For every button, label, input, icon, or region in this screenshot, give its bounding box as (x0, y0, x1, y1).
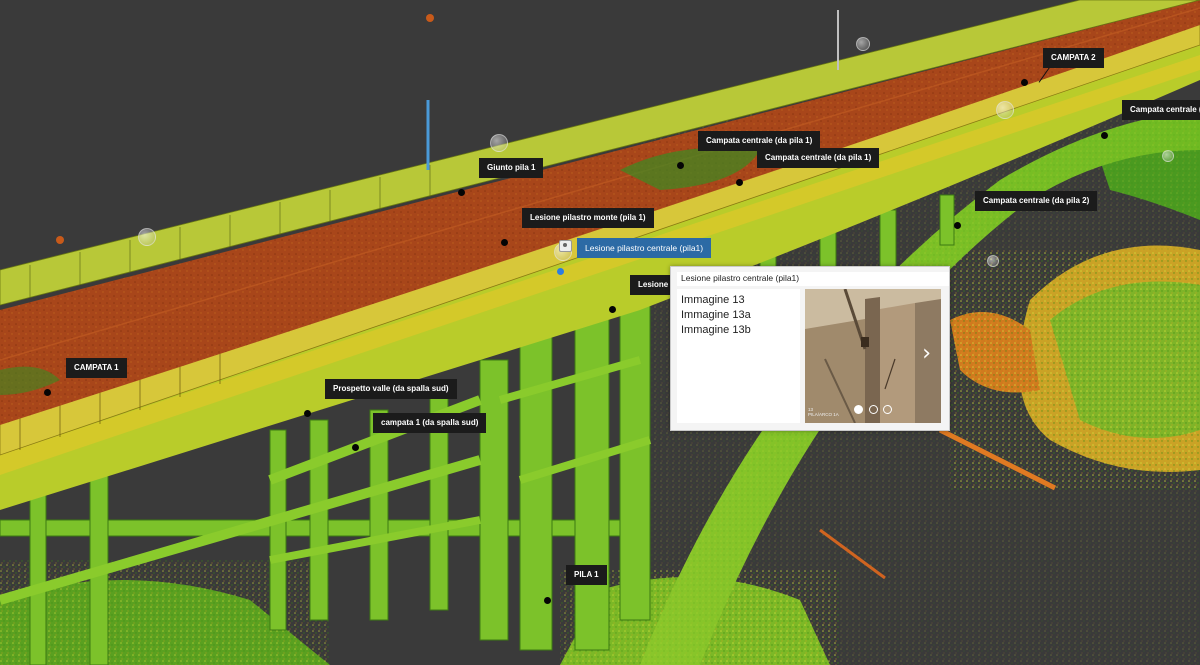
marker-label-campata-centrale-pila2[interactable]: Campata centrale (da pila 2) (975, 191, 1098, 211)
marker-label-campata-1-spalla[interactable]: campata 1 (da spalla sud) (373, 413, 487, 433)
popup-title: Lesione pilastro centrale (pila1) (677, 272, 949, 286)
photo-caption: 13 PILA/ARCO 1A (808, 407, 839, 417)
marker-label-lesione-centrale[interactable]: Lesione pilastro centrale (pila1) (577, 238, 712, 258)
panorama-bubble-icon[interactable] (996, 101, 1014, 119)
chevron-right-icon[interactable]: › (922, 341, 931, 366)
marker-dot-prospetto-valle[interactable] (304, 410, 311, 417)
marker-dot-campata-1[interactable] (44, 389, 51, 396)
popup-image-link[interactable]: Immagine 13a (677, 308, 800, 323)
marker-label-campata-centrale-pila1-b[interactable]: Campata centrale (da pila 1) (757, 148, 880, 168)
marker-label-campata-1[interactable]: CAMPATA 1 (66, 358, 127, 378)
camera-icon[interactable] (559, 240, 572, 252)
marker-dot-campata-1-spalla[interactable] (352, 444, 359, 451)
marker-dot-campata-centrale-pila1-a[interactable] (677, 162, 684, 169)
photo-thumbnail (805, 289, 941, 423)
marker-dot-giunto-pila1[interactable] (458, 189, 465, 196)
popup-photo[interactable]: 13 PILA/ARCO 1A › (805, 289, 941, 423)
annotation-popup[interactable]: Lesione pilastro centrale (pila1) Immagi… (670, 266, 950, 431)
marker-dot-campata-centrale-pila1-b[interactable] (736, 179, 743, 186)
marker-dot-pila-1[interactable] (544, 597, 551, 604)
carousel-dot[interactable] (883, 405, 892, 414)
panorama-bubble-icon[interactable] (1162, 150, 1174, 162)
carousel-dot[interactable] (854, 405, 863, 414)
marker-dot-lesione-monte[interactable] (501, 239, 508, 246)
panorama-bubble-icon[interactable] (987, 255, 999, 267)
panorama-bubble-icon[interactable] (490, 134, 508, 152)
popup-image-link[interactable]: Immagine 13 (677, 293, 800, 308)
marker-label-prospetto-valle[interactable]: Prospetto valle (da spalla sud) (325, 379, 457, 399)
marker-label-giunto-pila1[interactable]: Giunto pila 1 (479, 158, 544, 178)
popup-image-list: Immagine 13 Immagine 13a Immagine 13b (677, 289, 800, 423)
carousel-dot[interactable] (869, 405, 878, 414)
marker-dot-campata-centrale-pila2[interactable] (954, 222, 961, 229)
marker-dot-lesione-partial[interactable] (609, 306, 616, 313)
marker-dot-lesione-centrale[interactable] (557, 268, 564, 275)
marker-dot-campata-centrale-right[interactable] (1101, 132, 1108, 139)
popup-image-link[interactable]: Immagine 13b (677, 323, 800, 338)
marker-label-pila-1[interactable]: PILA 1 (566, 565, 607, 585)
panorama-bubble-icon[interactable] (856, 37, 870, 51)
marker-dot-campata-2[interactable] (1021, 79, 1028, 86)
marker-label-campata-centrale-right[interactable]: Campata centrale (c (1122, 100, 1200, 120)
marker-label-campata-2[interactable]: CAMPATA 2 (1043, 48, 1104, 68)
marker-label-lesione-monte[interactable]: Lesione pilastro monte (pila 1) (522, 208, 654, 228)
panorama-bubble-icon[interactable] (138, 228, 156, 246)
